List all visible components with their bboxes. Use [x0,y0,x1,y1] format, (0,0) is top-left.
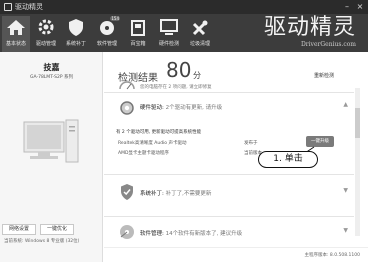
chevron-down-icon[interactable]: ▼ [343,187,348,194]
software-desc: 14个软件有新版本了, 建议升级 [165,231,243,237]
shield-check-icon [121,184,133,200]
click-annotation: 1. 单击 [258,151,318,168]
driver-gear-icon [120,101,134,115]
patch-title: 系统补丁: [140,191,164,197]
title-bar: 驱动精灵 – × [0,0,368,14]
patch-desc: 补丁了,不需要更新 [165,191,212,197]
scrollbar-thumb[interactable] [355,108,360,138]
driver-title: 硬件驱动: [140,105,164,111]
main-scrollbar[interactable] [355,88,360,236]
tab-driver-management[interactable]: 驱动管理 [32,16,60,52]
one-click-optimize-button[interactable]: 一键优化 [40,224,74,235]
program-version: 主程序版本: 8.0.508.1100 [304,253,360,258]
monitor-icon [160,19,178,35]
driver-item: Realtek高清晰度 Audio 声卡驱动 [118,141,187,146]
update-count-badge: 154 [110,16,120,21]
close-button[interactable]: × [355,1,365,13]
desktop-computer-icon [23,119,79,163]
tab-label: 软件管理 [96,41,117,47]
window-title: 驱动精灵 [15,3,43,11]
brand-logo: 驱动精灵 [263,15,356,40]
software-section-title[interactable]: 软件管理: 14个软件有新版本了, 建议升级 [140,229,242,237]
os-info: 当前系统: Windows 8 专业版 (32位) [4,239,80,244]
tab-label: 硬件检测 [158,41,179,47]
patch-section: 系统补丁: 补丁了,不需要更新 ▼ [104,174,354,210]
tab-hardware-detection[interactable]: 硬件检测 [155,16,183,52]
patch-section-title[interactable]: 系统补丁: 补丁了,不需要更新 [140,189,211,197]
house-icon [7,20,25,35]
driver-release-label: 发布于 [244,141,258,146]
network-settings-button[interactable]: 网络设置 [2,224,36,235]
pc-brand: 技嘉 [43,63,60,72]
tab-toolbox[interactable]: 百宝箱 [124,16,152,52]
computer-info-panel: 技嘉 GA-78LMT-S2P 系列 网络设置 一键优化 当前系统: Windo… [0,52,103,262]
pc-model: GA-78LMT-S2P 系列 [29,75,74,80]
brand-url: DriverGenius.com [300,41,356,48]
tab-label: 百宝箱 [130,41,146,47]
status-bar: 主程序版本: 8.0.508.1100 [104,247,368,262]
tab-software-management[interactable]: 154 软件管理 [93,16,121,52]
speedometer-icon [119,81,135,90]
tab-label: 垃圾清理 [189,41,210,47]
driver-section-title[interactable]: 硬件驱动: 2个驱动有更新, 请升级 [140,103,222,111]
tab-label: 驱动管理 [35,41,56,47]
tab-label: 基本状态 [5,41,26,47]
toolbox-icon [131,20,145,36]
software-disc-icon [120,225,134,239]
tab-basic-status[interactable]: 基本状态 [2,16,30,52]
app-window: 驱动精灵 – × 基本状态 驱动管理 系统补丁 154 软件管理 百宝箱 硬件检… [0,0,368,262]
software-section: 软件管理: 14个软件有新版本了, 建议升级 ▼ [104,216,354,250]
result-summary: 您的电脑存在 2 项问题, 请立即修复 [140,85,212,90]
scan-result-panel: 检测结果 80 分 您的电脑存在 2 项问题, 请立即修复 重新检测 硬件驱动:… [104,52,368,262]
tab-system-patch[interactable]: 系统补丁 [62,16,90,52]
chevron-down-icon[interactable]: ▼ [343,227,348,234]
minimize-button[interactable]: – [342,1,352,13]
tools-icon [192,20,208,36]
gear-icon [38,19,54,35]
result-score-unit: 分 [193,71,201,80]
rescan-link[interactable]: 重新检测 [314,72,334,79]
driver-section: 硬件驱动: 2个驱动有更新, 请升级 ▲ 有 2 个驱动可用, 更新驱动可提高系… [104,92,354,158]
main-toolbar: 基本状态 驱动管理 系统补丁 154 软件管理 百宝箱 硬件检测 垃圾清理 驱动… [0,14,368,52]
tab-label: 系统补丁 [65,41,86,47]
shield-icon [69,19,83,36]
driver-desc: 2个驱动有更新, 请升级 [165,105,223,111]
result-score: 80 [166,58,192,82]
driver-item: AMD显卡主题卡驱动程序 [118,151,169,156]
tab-junk-cleanup[interactable]: 垃圾清理 [186,16,214,52]
software-title: 软件管理: [140,231,164,237]
app-logo-icon [4,3,12,11]
chevron-up-icon[interactable]: ▲ [343,101,348,108]
driver-note: 有 2 个驱动可用, 更新驱动可提高系统性能 [116,130,202,135]
